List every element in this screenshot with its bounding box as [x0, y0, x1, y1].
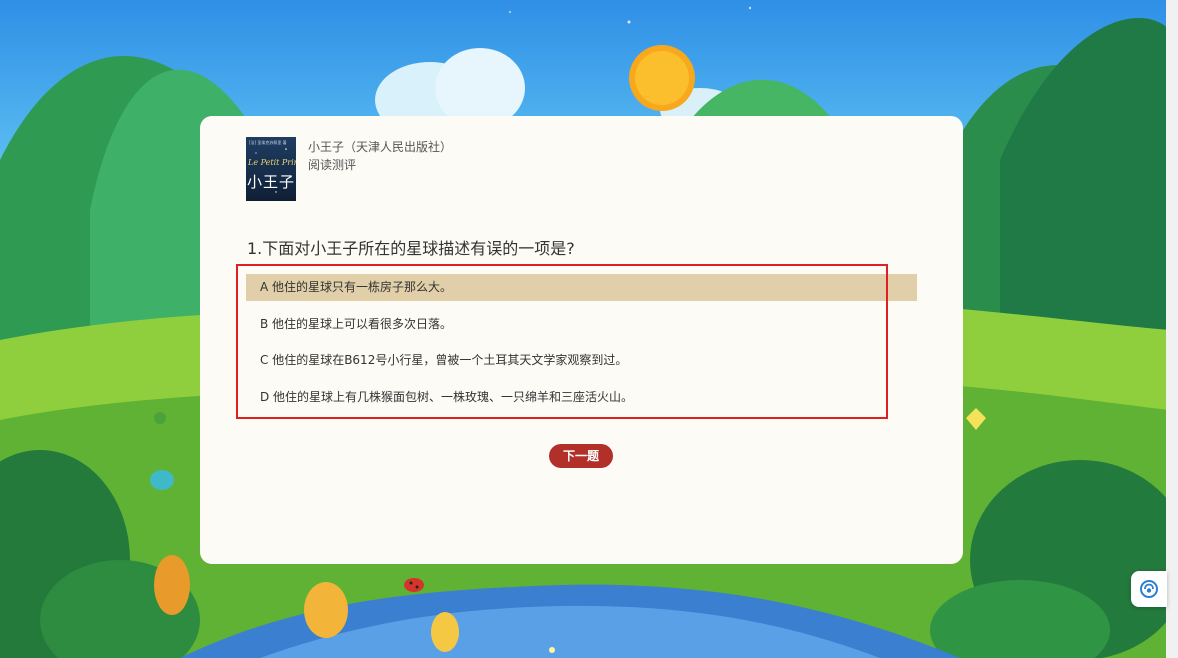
options-highlight-box	[236, 264, 888, 419]
page-scrollbar[interactable]	[1166, 0, 1178, 658]
cover-author-text: [法] 圣埃克苏佩里 著	[249, 140, 287, 145]
assistant-icon	[1140, 580, 1158, 598]
book-cover-image: [法] 圣埃克苏佩里 著 Le Petit Prince 小王子	[246, 137, 296, 201]
question-text: 1.下面对小王子所在的星球描述有误的一项是?	[247, 239, 575, 258]
cover-title: 小王子	[247, 173, 296, 191]
cover-script-title: Le Petit Prince	[248, 158, 296, 167]
page-background: [法] 圣埃克苏佩里 著 Le Petit Prince 小王子 小王子（天津人…	[0, 0, 1178, 658]
assistant-widget[interactable]	[1131, 571, 1167, 607]
book-subtitle: 阅读测评	[308, 158, 357, 172]
book-title: 小王子（天津人民出版社）	[308, 140, 453, 154]
next-question-button[interactable]: 下一题	[549, 444, 613, 468]
quiz-card: [法] 圣埃克苏佩里 著 Le Petit Prince 小王子 小王子（天津人…	[200, 116, 963, 564]
